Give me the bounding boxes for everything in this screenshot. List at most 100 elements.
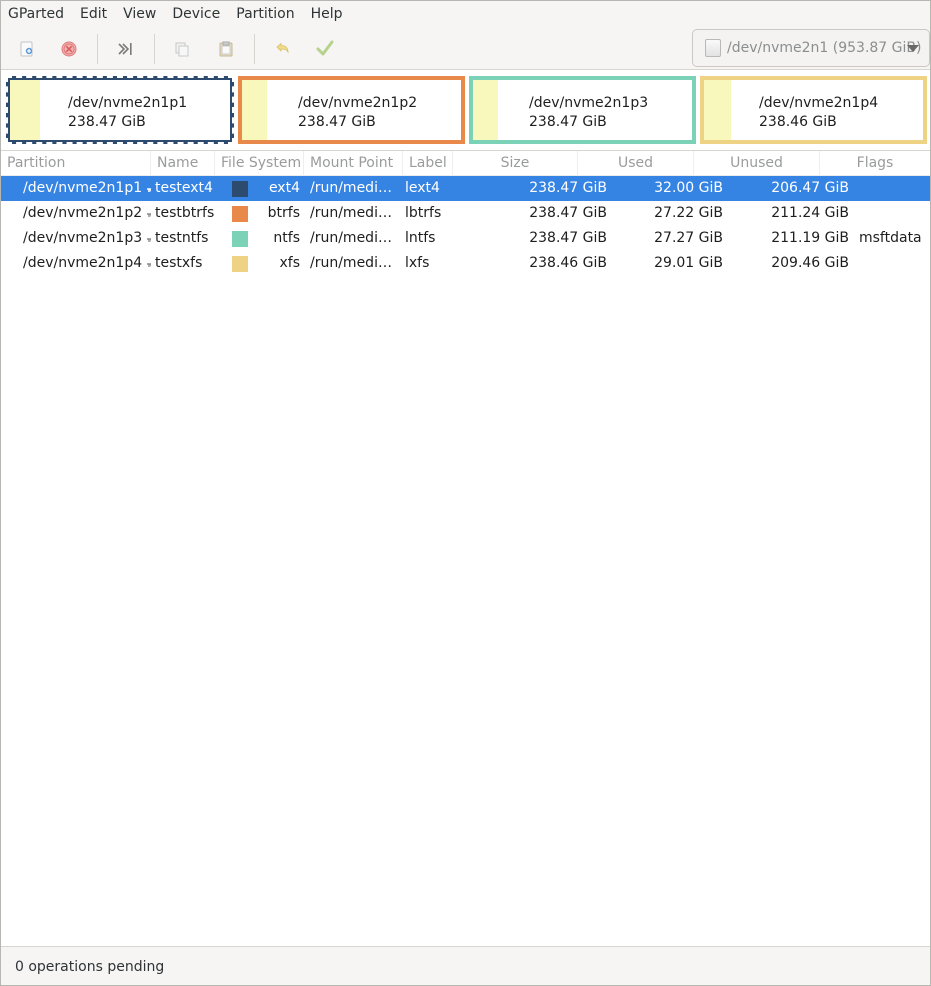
- partition-name: testxfs: [155, 255, 203, 271]
- partition-used: 29.01 GiB: [654, 255, 723, 271]
- partition-size: 238.47 GiB: [529, 180, 607, 196]
- partition-unused: 206.47 GiB: [771, 180, 849, 196]
- table-row[interactable]: /dev/nvme2n1p3 testntfs ntfs /run/media……: [1, 226, 930, 251]
- partition-path: /dev/nvme2n1p2: [23, 205, 143, 221]
- partition-flags: [851, 201, 930, 226]
- menu-gparted[interactable]: GParted: [1, 1, 72, 28]
- copy-button[interactable]: [168, 35, 196, 63]
- paste-button[interactable]: [212, 35, 240, 63]
- undo-icon: [276, 42, 289, 54]
- operations-pending-text: 0 operations pending: [15, 959, 165, 975]
- partition-name: testntfs: [155, 230, 209, 246]
- partition-block-size: 238.47 GiB: [529, 114, 607, 130]
- new-partition-icon: [20, 41, 33, 57]
- partition-block-size: 238.47 GiB: [298, 114, 376, 130]
- chevron-down-icon: [907, 45, 919, 52]
- partition-block-name: /dev/nvme2n1p3: [529, 95, 649, 111]
- device-selector[interactable]: /dev/nvme2n1 (953.87 GiB): [692, 29, 930, 67]
- filesystem-color-swatch: [232, 230, 248, 247]
- partition-unused: 211.24 GiB: [771, 205, 849, 221]
- toolbar-separator: [254, 34, 255, 64]
- delete-icon: [61, 41, 77, 57]
- filesystem-type: btrfs: [267, 205, 300, 221]
- table-row[interactable]: /dev/nvme2n1p4 testxfs xfs /run/media… l…: [1, 251, 930, 276]
- undo-button[interactable]: [268, 35, 296, 63]
- partition-block-1[interactable]: /dev/nvme2n1p1 238.47 GiB: [6, 76, 234, 144]
- partition-path: /dev/nvme2n1p1: [23, 180, 143, 196]
- partition-path: /dev/nvme2n1p3: [23, 230, 143, 246]
- partition-flags: msftdata: [859, 230, 922, 246]
- partition-used-area: [242, 80, 267, 140]
- paste-icon: [219, 41, 233, 57]
- menu-partition[interactable]: Partition: [228, 1, 302, 28]
- column-partition[interactable]: Partition: [1, 151, 151, 176]
- partition-unused: 209.46 GiB: [771, 255, 849, 271]
- menu-edit[interactable]: Edit: [72, 1, 115, 28]
- partition-block-size: 238.46 GiB: [759, 114, 837, 130]
- filesystem-type: xfs: [279, 255, 300, 271]
- partition-size: 238.47 GiB: [529, 205, 607, 221]
- menu-help[interactable]: Help: [303, 1, 351, 28]
- partition-block-name: /dev/nvme2n1p1: [68, 95, 188, 111]
- partition-block-name: /dev/nvme2n1p2: [298, 95, 418, 111]
- harddisk-icon: [705, 39, 721, 57]
- partition-block-3[interactable]: /dev/nvme2n1p3 238.47 GiB: [469, 76, 696, 144]
- partition-visual-bar: /dev/nvme2n1p1 238.47 GiB /dev/nvme2n1p2…: [1, 70, 930, 150]
- column-size[interactable]: Size: [453, 151, 578, 176]
- column-used[interactable]: Used: [578, 151, 694, 176]
- partition-block-4[interactable]: /dev/nvme2n1p4 238.46 GiB: [700, 76, 927, 144]
- menu-view[interactable]: View: [115, 1, 164, 28]
- toolbar: /dev/nvme2n1 (953.87 GiB): [1, 28, 930, 70]
- mount-point: /run/media…: [310, 180, 401, 196]
- column-mountpoint[interactable]: Mount Point: [304, 151, 403, 176]
- partition-used-area: [10, 80, 40, 140]
- column-unused[interactable]: Unused: [694, 151, 820, 176]
- statusbar: 0 operations pending: [1, 946, 930, 985]
- partition-size: 238.46 GiB: [529, 255, 607, 271]
- apply-button[interactable]: [311, 35, 339, 63]
- device-selector-label: /dev/nvme2n1 (953.87 GiB): [727, 40, 922, 56]
- partition-block-size: 238.47 GiB: [68, 114, 146, 130]
- mount-point: /run/media…: [310, 205, 401, 221]
- partition-block-name: /dev/nvme2n1p4: [759, 95, 879, 111]
- partition-used-area: [473, 80, 498, 140]
- filesystem-type: ext4: [268, 180, 300, 196]
- checkmark-icon: [316, 40, 334, 56]
- partition-used-area: [704, 80, 731, 140]
- partition-path: /dev/nvme2n1p4: [23, 255, 143, 271]
- partition-flags: [851, 176, 930, 201]
- column-label[interactable]: Label: [403, 151, 453, 176]
- partition-flags: [851, 251, 930, 276]
- mount-point: /run/media…: [310, 230, 401, 246]
- partition-label: lext4: [405, 180, 440, 196]
- toolbar-separator: [154, 34, 155, 64]
- partition-name: testext4: [155, 180, 213, 196]
- table-header: Partition Name File System Mount Point L…: [1, 151, 930, 176]
- partition-block-2[interactable]: /dev/nvme2n1p2 238.47 GiB: [238, 76, 465, 144]
- column-flags[interactable]: Flags: [820, 151, 930, 176]
- filesystem-color-swatch: [232, 255, 248, 272]
- column-filesystem[interactable]: File System: [215, 151, 304, 176]
- copy-icon: [175, 42, 189, 57]
- partition-name: testbtrfs: [155, 205, 215, 221]
- resize-move-icon: [118, 43, 132, 55]
- delete-partition-button[interactable]: [55, 35, 83, 63]
- partition-used: 32.00 GiB: [654, 180, 723, 196]
- partition-table: Partition Name File System Mount Point L…: [1, 150, 930, 946]
- partition-label: lxfs: [405, 255, 430, 271]
- partition-used: 27.27 GiB: [654, 230, 723, 246]
- partition-size: 238.47 GiB: [529, 230, 607, 246]
- table-row[interactable]: /dev/nvme2n1p1 testext4 ext4 /run/media……: [1, 176, 930, 201]
- menu-device[interactable]: Device: [164, 1, 228, 28]
- new-partition-button[interactable]: [13, 35, 41, 63]
- column-name[interactable]: Name: [151, 151, 215, 176]
- gparted-window: GParted Edit View Device Partition Help: [0, 0, 931, 986]
- partition-used: 27.22 GiB: [654, 205, 723, 221]
- filesystem-type: ntfs: [273, 230, 300, 246]
- menubar: GParted Edit View Device Partition Help: [1, 1, 930, 28]
- partition-label: lbtrfs: [405, 205, 442, 221]
- resize-move-button[interactable]: [111, 35, 139, 63]
- mount-point: /run/media…: [310, 255, 401, 271]
- partition-label: lntfs: [405, 230, 436, 246]
- table-row[interactable]: /dev/nvme2n1p2 testbtrfs btrfs /run/medi…: [1, 201, 930, 226]
